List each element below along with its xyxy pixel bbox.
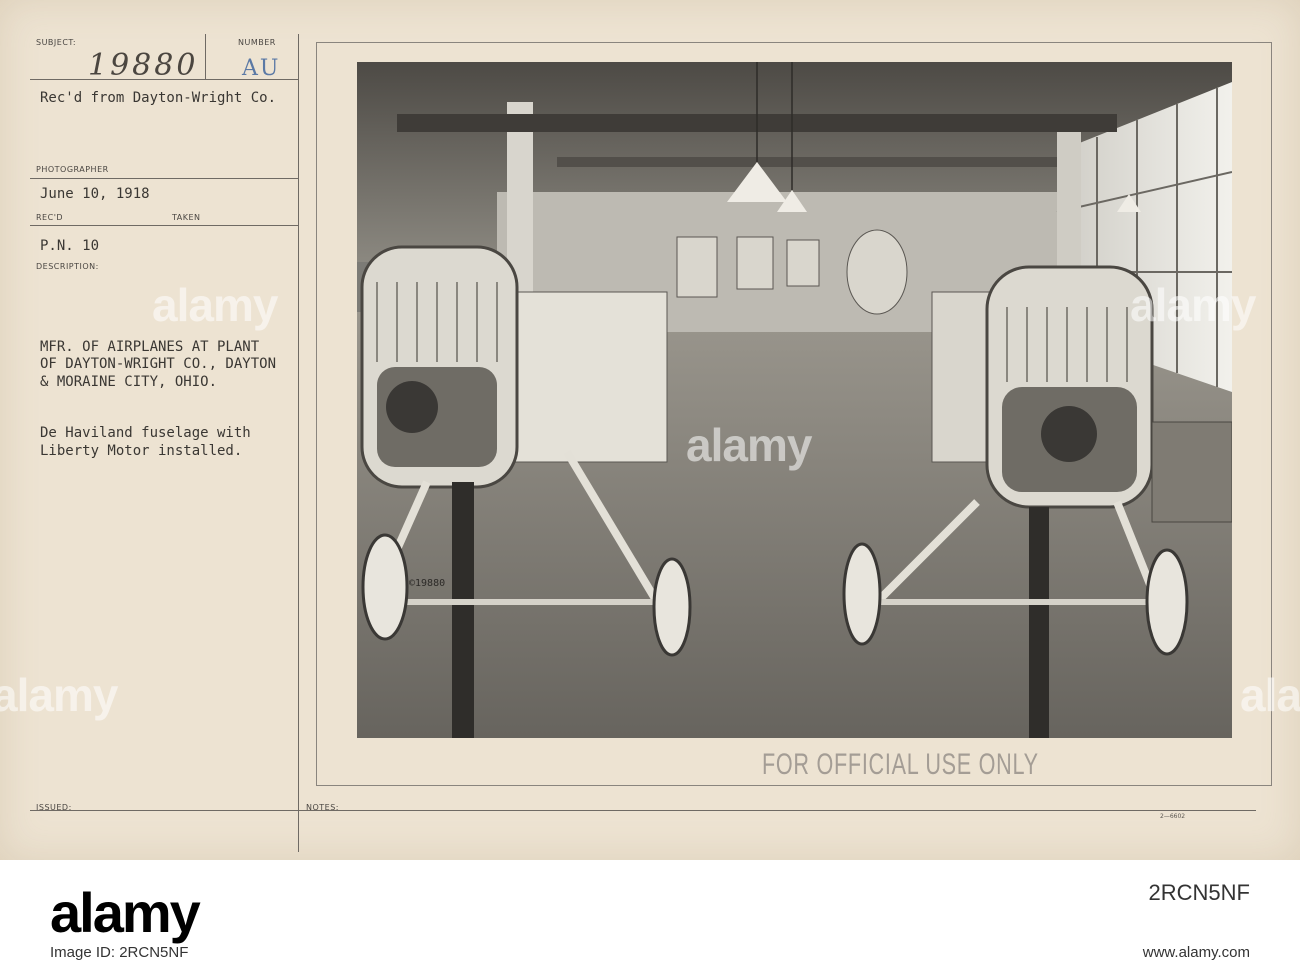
received-from: Rec'd from Dayton-Wright Co. — [40, 90, 277, 106]
official-use-stamp: FOR OFFICIAL USE ONLY — [762, 748, 1039, 781]
rule-recd — [30, 225, 298, 226]
label-recd: REC'D — [36, 213, 64, 222]
rule-left-column — [298, 34, 299, 852]
caption-line-1: De Haviland fuselage with — [40, 425, 251, 441]
label-photographer: PHOTOGRAPHER — [36, 165, 109, 174]
watermark-left-top: alamy — [152, 279, 278, 331]
photo-stamp: ©19880 — [409, 578, 446, 589]
pn-number: P.N. 10 — [40, 238, 100, 254]
alamy-logo[interactable]: alamy — [50, 880, 201, 945]
label-number: NUMBER — [238, 38, 276, 47]
watermark-center: alamy — [686, 419, 812, 471]
date-received: June 10, 1918 — [40, 186, 150, 202]
form-code: 2—6602 — [1160, 813, 1186, 820]
watermark-left-bottom: alamy — [0, 669, 118, 721]
label-issued: ISSUED: — [36, 803, 72, 812]
label-taken: TAKEN — [172, 213, 201, 222]
site-url[interactable]: www.alamy.com — [1143, 944, 1250, 961]
image-id-label: Image ID: 2RCN5NF — [50, 944, 189, 961]
number-code: AU — [242, 56, 281, 81]
label-notes: NOTES: — [306, 803, 339, 812]
rule-subject-divider — [205, 34, 206, 80]
archive-card: SUBJECT: NUMBER PHOTOGRAPHER REC'D TAKEN… — [0, 0, 1300, 860]
image-id: 2RCN5NF — [1148, 880, 1250, 905]
description-line-3: & MORAINE CITY, OHIO. — [40, 374, 218, 390]
label-subject: SUBJECT: — [36, 38, 77, 47]
description-line-2: OF DAYTON-WRIGHT CO., DAYTON — [40, 356, 277, 372]
rule-photographer — [30, 178, 298, 179]
factory-photo: ©19880 — [357, 62, 1232, 738]
rule-bottom — [30, 810, 1256, 811]
subject-number: 19880 — [88, 48, 199, 83]
factory-photo-illustration — [357, 62, 1232, 738]
caption-line-2: Liberty Motor installed. — [40, 443, 243, 459]
watermark-right-top: alamy — [1130, 279, 1256, 331]
watermark-right-bottom: alamy — [1240, 669, 1300, 721]
label-description: DESCRIPTION: — [36, 262, 99, 271]
description-line-1: MFR. OF AIRPLANES AT PLANT — [40, 339, 260, 355]
